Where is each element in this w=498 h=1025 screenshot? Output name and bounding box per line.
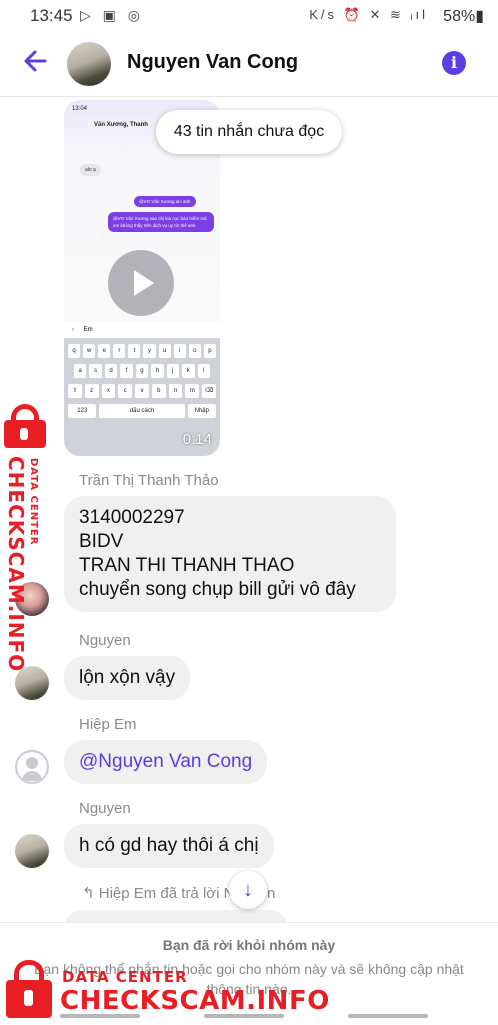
status-time: 13:45: [30, 6, 73, 25]
battery-indicator: 58%▮: [443, 8, 484, 25]
keyboard-key: q: [68, 344, 81, 358]
keyboard-key: d: [104, 364, 118, 378]
watermark-subtext: DATA CENTER: [28, 458, 39, 546]
lock-icon: [2, 404, 48, 450]
message-line: TRAN THI THANH THAO: [79, 555, 295, 576]
message-line: 3140002297: [79, 507, 185, 528]
nav-handle[interactable]: [60, 1014, 140, 1018]
keyboard-key: z: [84, 384, 99, 398]
keyboard-key: s: [89, 364, 102, 378]
watermark-side: CHECKSCAM.INFO DATA CENTER: [0, 404, 50, 672]
keyboard-key: u: [158, 344, 171, 358]
thumbnail-names: Văn Xương, Thanh: [94, 122, 148, 128]
keyboard-key: v: [135, 384, 149, 398]
keyboard-key: a: [74, 364, 87, 378]
sender-name: Hiệp Em: [79, 716, 137, 733]
sender-name: Trần Thị Thanh Thảo: [79, 472, 219, 489]
thumbnail-purple-bubble-1: @VG Văn Xương alo anh: [134, 196, 196, 207]
nav-handle[interactable]: [204, 1014, 284, 1018]
keyboard-key: Nhập: [187, 404, 217, 418]
keyboard-key: j: [166, 364, 180, 378]
message-bubble[interactable]: h có gd hay thôi á chị: [64, 824, 274, 868]
watermark-subtext: DATA CENTER: [62, 968, 188, 986]
keyboard-key: i: [173, 344, 186, 358]
message-line: BIDV: [79, 531, 124, 552]
avatar[interactable]: [67, 42, 111, 86]
keyboard-key: ⇧: [68, 384, 82, 398]
keyboard-key: k: [182, 364, 195, 378]
chat-header: Nguyen Van Cong i: [0, 32, 498, 97]
arrow-left-icon[interactable]: [20, 46, 50, 76]
keyboard-key: e: [98, 344, 111, 358]
notice-title: Bạn đã rời khỏi nhóm này: [162, 937, 336, 953]
message-bubble[interactable]: 3140002297 BIDV TRAN THI THANH THAO chuy…: [64, 496, 396, 612]
keyboard-key: n: [168, 384, 183, 398]
keyboard-key: t: [128, 344, 141, 358]
page-title[interactable]: Nguyen Van Cong: [127, 51, 298, 74]
keyboard-key: p: [203, 344, 216, 358]
notification-icons: ▷ ▣ ◎: [80, 7, 144, 23]
play-icon[interactable]: [108, 250, 174, 316]
avatar[interactable]: [15, 834, 49, 868]
keyboard-key: b: [151, 384, 166, 398]
keyboard-key: r: [113, 344, 126, 358]
message-line: chuyển song chụp bill gửi vô đây: [79, 579, 356, 600]
keyboard-key: l: [197, 364, 210, 378]
info-icon[interactable]: i: [442, 51, 466, 75]
unread-messages-toast[interactable]: 43 tin nhắn chưa đọc: [156, 110, 342, 154]
nav-handle[interactable]: [348, 1014, 428, 1018]
keyboard-key: y: [143, 344, 156, 358]
message-bubble[interactable]: lộn xộn vậy: [64, 656, 191, 700]
system-nav-bar: [0, 1012, 498, 1024]
keyboard-key: g: [135, 364, 149, 378]
message-bubble[interactable]: @Nguyen Van Cong: [64, 740, 268, 784]
thumbnail-gray-bubble: alo ạ: [80, 164, 101, 176]
thumbnail-time: 13:04: [72, 106, 88, 112]
keyboard-key: h: [151, 364, 164, 378]
avatar[interactable]: [15, 750, 49, 784]
keyboard-key: c: [118, 384, 133, 398]
keyboard-key: w: [83, 344, 96, 358]
thumbnail-input: › Em: [64, 322, 220, 338]
system-icons: K/s ⏰ ✕ ≋ ᵢıl: [309, 7, 428, 22]
arrow-down-icon[interactable]: ↓: [229, 871, 267, 909]
keyboard-row: asdfghjkl: [74, 364, 210, 378]
sender-name: Nguyen: [79, 800, 131, 817]
keyboard-row: 123 dấu cách Nhập: [68, 404, 217, 418]
keyboard-key: dấu cách: [99, 404, 185, 418]
keyboard-key: m: [185, 384, 200, 398]
video-duration: 0:14: [182, 431, 212, 448]
keyboard-key: 123: [68, 404, 97, 418]
sender-name: Nguyen: [79, 632, 131, 649]
keyboard-key: ⌫: [202, 384, 217, 398]
watermark-text: CHECKSCAM.INFO: [4, 456, 28, 673]
keyboard-key: o: [188, 344, 201, 358]
keyboard-key: x: [101, 384, 116, 398]
status-bar: 13:45 ▷ ▣ ◎ K/s ⏰ ✕ ≋ ᵢıl 58%▮: [0, 0, 498, 32]
keyboard-key: f: [120, 364, 133, 378]
keyboard-row: ⇧ z x c v b n m ⌫: [68, 384, 217, 398]
lock-icon: [4, 960, 54, 1020]
keyboard-row: qwertyuiop: [68, 344, 216, 358]
thumbnail-purple-bubble-2: @VG Văn Xương sao chị kia cọc bảo hiểm m…: [108, 212, 214, 232]
